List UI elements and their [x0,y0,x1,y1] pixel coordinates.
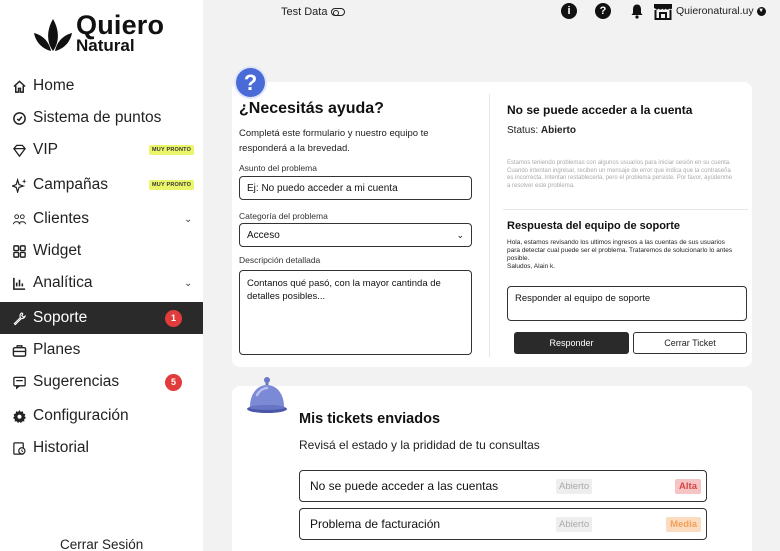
category-select-value: Acceso [247,230,280,241]
sidebar-item-label: VIP [33,141,58,158]
vertical-divider [489,94,490,357]
sidebar-item-historial[interactable]: Historial [0,432,203,464]
chevron-down-icon: ⌄ [456,230,464,240]
logout-link[interactable]: Cerrar Sesión [60,537,143,551]
ticket-name: Problema de facturación [310,517,441,531]
tickets-title: Mis tickets enviados [299,411,441,427]
sidebar-item-label: Clientes [33,210,89,227]
sidebar-item-label: Campañas [33,176,108,193]
sidebar-item-label: Planes [33,341,81,358]
ticket-status-badge: Abierto [556,516,593,532]
subject-input[interactable]: Ej: No puedo acceder a mi cuenta [239,176,472,200]
chevron-down-icon[interactable]: ⌄ [184,214,192,225]
reply-button[interactable]: Responder [514,332,629,354]
ticket-status-label: Status: [507,125,539,136]
chevron-down-icon[interactable]: ⌄ [184,278,192,289]
test-data-label: Test Data [281,6,328,18]
support-response-body: Hola, estamos revisando los ultimos ingr… [507,239,733,262]
sidebar-item-sistema-de-puntos[interactable]: Sistema de puntos [0,102,203,134]
brand-logo[interactable]: Quiero Natural [32,12,164,54]
info-icon[interactable]: i [561,3,577,19]
sidebar-item-campanas[interactable]: Campañas MUY PRONTO [0,169,203,201]
chart-icon [11,275,27,291]
sidebar-item-home[interactable]: Home [0,70,203,102]
sidebar-item-configuracion[interactable]: Configuración [0,400,203,432]
sidebar-item-label: Analítica [33,274,93,291]
sidebar-item-vip[interactable]: VIP MUY PRONTO [0,134,203,166]
ticket-status-value: Abierto [540,125,576,136]
points-icon [11,110,27,126]
sidebar-item-analitica[interactable]: Analítica ⌄ [0,267,203,299]
sidebar-nav: Home Sistema de puntos VIP MUY PRONTO Ca… [0,70,203,464]
toggle-switch-icon[interactable] [331,8,346,16]
sidebar-item-label: Soporte [33,309,88,326]
sparkles-icon [11,177,27,193]
home-icon [11,78,27,94]
help-form-title: ¿Necesitás ayuda? [239,100,384,117]
close-ticket-button[interactable]: Cerrar Ticket [633,332,747,354]
ticket-priority-badge: Media [666,516,701,532]
horizontal-divider [503,209,748,210]
ticket-status: Status: Abierto [507,125,576,136]
store-icon[interactable] [653,2,673,20]
wrench-icon [11,310,27,326]
diamond-icon [11,142,27,158]
ticket-row[interactable]: No se puede acceder a las cuentas Abiert… [299,470,707,502]
ticket-title: No se puede acceder a la cuenta [507,103,693,117]
message-icon [11,374,27,390]
widget-icon [11,243,27,259]
support-response-signature: Saludos, Alain k. [507,263,556,270]
notification-count-badge: 5 [165,373,182,391]
description-textarea[interactable]: Contanos qué pasó, con la mayor cantinda… [239,270,472,355]
description-label: Descripción detallada [239,255,321,265]
ticket-row[interactable]: Problema de facturación Abierto Media [299,508,707,540]
sidebar-item-clientes[interactable]: Clientes ⌄ [0,203,203,235]
bell-icon[interactable] [629,3,645,19]
sidebar-item-label: Sistema de puntos [33,109,162,126]
store-name[interactable]: Quieronatural.uy [676,5,754,17]
ticket-status-badge: Abierto [556,478,593,494]
help-card: ¿Necesitás ayuda? Completá este formular… [232,82,752,367]
help-badge-icon: ? [236,68,265,97]
sidebar-item-label: Sugerencias [33,373,120,390]
chevron-down-icon[interactable]: ▼ [756,6,766,16]
sidebar: Quiero Natural Home Sistema de puntos VI… [0,0,203,551]
test-data-toggle[interactable]: Test Data [281,6,346,18]
sidebar-item-label: Historial [33,439,89,456]
notification-count-badge: 1 [165,309,182,327]
service-bell-icon [247,377,287,413]
ticket-description: Estamos teniendo problemas con algunos u… [507,160,733,189]
sidebar-item-sugerencias[interactable]: Sugerencias 5 [0,366,203,398]
coming-soon-tag: MUY PRONTO [149,180,195,190]
top-bar: Test Data i ? Quieronatural.uy ▼ [203,0,780,26]
reply-input[interactable]: Responder al equipo de soporte [507,286,747,321]
brand-name: Quiero [76,10,165,40]
help-form-subtitle: Completá este formulario y nuestro equip… [239,128,429,154]
sidebar-item-planes[interactable]: Planes [0,334,203,366]
sidebar-item-label: Widget [33,242,82,259]
support-response-text: Hola, estamos revisando los ultimos ingr… [507,239,739,271]
sidebar-item-widget[interactable]: Widget [0,235,203,267]
sidebar-item-label: Home [33,77,75,94]
subject-label: Asunto del problema [239,163,317,173]
coming-soon-tag: MUY PRONTO [149,145,195,155]
support-response-title: Respuesta del equipo de soporte [507,220,680,232]
leaf-logo-icon [34,19,72,51]
category-select[interactable]: Acceso ⌄ [239,223,472,247]
tickets-card: Mis tickets enviados Revisá el estado y … [232,386,752,551]
sidebar-item-soporte[interactable]: Soporte 1 [0,302,203,334]
help-icon[interactable]: ? [595,3,611,19]
ticket-name: No se puede acceder a las cuentas [310,479,499,493]
tickets-subtitle: Revisá el estado y la prididad de tu con… [299,438,540,452]
category-label: Categoría del problema [239,211,328,221]
ticket-priority-badge: Alta [675,478,701,494]
gear-icon [11,408,27,424]
history-icon [11,440,27,456]
sidebar-item-label: Configuración [33,407,129,424]
briefcase-icon [11,342,27,358]
users-icon [11,211,27,227]
